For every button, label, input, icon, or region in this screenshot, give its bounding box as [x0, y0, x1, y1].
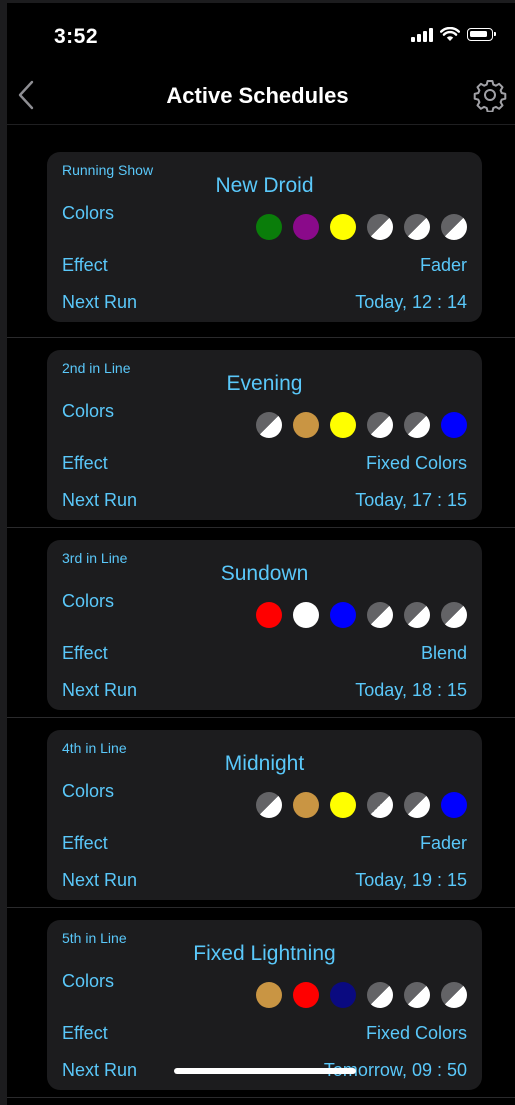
gear-icon [473, 80, 507, 113]
color-swatch-unset [256, 792, 282, 818]
color-swatch [293, 214, 319, 240]
color-swatches [256, 214, 467, 240]
schedule-name: Fixed Lightning [193, 942, 336, 965]
effect-value: Blend [420, 643, 467, 663]
color-swatch-unset [404, 602, 430, 628]
color-swatch-unset [404, 792, 430, 818]
schedule-list: Running Show New Droid Colors Effect Fader Ne… [0, 130, 515, 1098]
color-swatch-unset [404, 412, 430, 438]
next-run-label: Next Run [62, 490, 138, 510]
color-swatch [256, 214, 282, 240]
effect-value: Fader [419, 833, 467, 853]
colors-label: Colors [62, 971, 115, 991]
next-run-value: Today, 19 : 15 [355, 870, 467, 890]
color-swatch-unset [256, 412, 282, 438]
schedule-row: Running Show New Droid Colors Effect Fader Ne… [0, 130, 515, 338]
page-title: Active Schedules [166, 83, 349, 108]
color-swatch [330, 602, 356, 628]
colors-label: Colors [62, 781, 115, 801]
color-swatches [256, 982, 467, 1008]
colors-label: Colors [62, 203, 115, 223]
next-run-label: Next Run [62, 680, 138, 700]
schedule-card[interactable]: 2nd in Line Evening Colors Effect Fixed Colo… [47, 350, 482, 520]
color-swatch [330, 412, 356, 438]
effect-value: Fader [419, 255, 467, 275]
color-swatch-unset [441, 982, 467, 1008]
schedule-name: Sundown [220, 562, 309, 585]
color-swatch-unset [441, 214, 467, 240]
color-swatch-unset [441, 602, 467, 628]
color-swatch-unset [367, 214, 393, 240]
effect-value: Fixed Colors [365, 453, 467, 473]
battery-icon [467, 28, 496, 41]
schedule-name: New Droid [215, 174, 314, 197]
next-run-label: Next Run [62, 870, 138, 890]
color-swatch-unset [367, 602, 393, 628]
schedule-name: Midnight [224, 752, 305, 775]
color-swatch-unset [404, 214, 430, 240]
effect-value: Fixed Colors [365, 1023, 467, 1043]
next-run-value: Today, 17 : 15 [355, 490, 467, 510]
colors-label: Colors [62, 591, 115, 611]
color-swatch-unset [367, 792, 393, 818]
color-swatch-unset [367, 412, 393, 438]
color-swatch [256, 602, 282, 628]
color-swatch [293, 792, 319, 818]
color-swatches [256, 792, 467, 818]
effect-label: Effect [62, 255, 108, 275]
color-swatch [441, 792, 467, 818]
effect-label: Effect [62, 833, 108, 853]
wifi-icon [440, 27, 460, 41]
screen: 3:52 Active Schedules Running Show New D… [0, 0, 515, 1105]
color-swatch [330, 792, 356, 818]
schedule-card[interactable]: 5th in Line Fixed Lightning Colors Effect Fi… [47, 920, 482, 1090]
schedule-card[interactable]: Running Show New Droid Colors Effect Fader Ne… [47, 152, 482, 322]
colors-label: Colors [62, 401, 115, 421]
color-swatch [293, 602, 319, 628]
color-swatch-unset [404, 982, 430, 1008]
next-run-label: Next Run [62, 1060, 138, 1080]
effect-label: Effect [62, 453, 108, 473]
schedule-name: Evening [226, 372, 303, 395]
schedule-card[interactable]: 3rd in Line Sundown Colors Effect Blend Next … [47, 540, 482, 710]
color-swatch [330, 982, 356, 1008]
color-swatches [256, 412, 467, 438]
schedule-card[interactable]: 4th in Line Midnight Colors Effect Fader Next… [47, 730, 482, 900]
color-swatch [293, 412, 319, 438]
schedule-row: 3rd in Line Sundown Colors Effect Blend Next … [0, 528, 515, 718]
settings-button[interactable] [473, 78, 507, 113]
effect-label: Effect [62, 643, 108, 663]
color-swatch-unset [367, 982, 393, 1008]
status-time: 3:52 [54, 25, 99, 48]
color-swatch [256, 982, 282, 1008]
cellular-signal-icon [411, 27, 433, 42]
status-bar: 3:52 [0, 0, 515, 60]
nav-bar: Active Schedules [0, 68, 515, 125]
next-run-value: Today, 12 : 14 [355, 292, 467, 312]
color-swatches [256, 602, 467, 628]
home-indicator [174, 1068, 356, 1074]
schedule-row: 4th in Line Midnight Colors Effect Fader Next… [0, 718, 515, 908]
color-swatch [293, 982, 319, 1008]
status-icons [411, 27, 496, 42]
next-run-value: Today, 18 : 15 [355, 680, 467, 700]
effect-label: Effect [62, 1023, 108, 1043]
schedule-row: 2nd in Line Evening Colors Effect Fixed Colo… [0, 338, 515, 528]
color-swatch [330, 214, 356, 240]
next-run-label: Next Run [62, 292, 138, 312]
color-swatch [441, 412, 467, 438]
